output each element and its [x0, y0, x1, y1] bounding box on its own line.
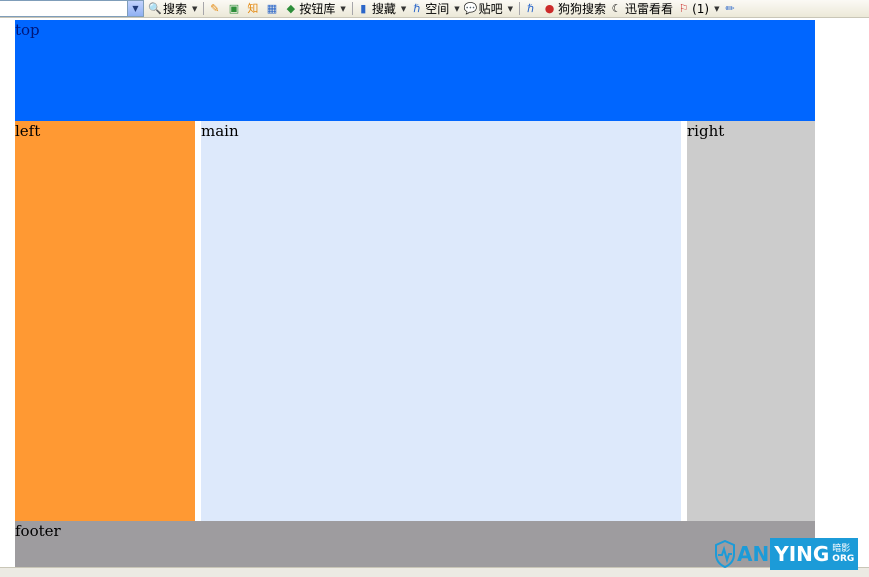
space-icon: ℏ — [413, 2, 421, 15]
shield-logo-icon — [715, 540, 735, 568]
main-label: main — [201, 122, 239, 140]
xunlei-icon: ☾ — [611, 2, 622, 15]
tieba-label: 贴吧 — [478, 2, 503, 16]
top-label: top — [15, 21, 40, 39]
xunlei-button[interactable]: ☾ 迅雷看看 — [610, 1, 673, 17]
chevron-down-icon[interactable]: ▼ — [127, 1, 143, 16]
pen-button[interactable]: ✏ — [723, 1, 738, 17]
left-section: left — [15, 121, 195, 521]
chevron-down-icon[interactable]: ▼ — [192, 5, 197, 13]
sogou-search-label: 狗狗搜索 — [558, 2, 607, 16]
watermark-text-ying: YING — [774, 542, 830, 566]
watermark-cn: 暗影 — [832, 544, 851, 554]
space-button[interactable]: ℏ 空间 ▼ — [410, 1, 459, 17]
footer-section: footer — [15, 521, 815, 567]
pen-icon: ✏ — [725, 2, 735, 15]
dog-search-icon: ● — [544, 2, 555, 15]
right-label: right — [687, 122, 725, 140]
collect-button[interactable]: ▮ 搜藏 ▼ — [357, 1, 406, 17]
watermark-org: ORG — [832, 554, 855, 564]
highlight-icon: ✎ — [210, 2, 220, 15]
tieba-button[interactable]: 💬 贴吧 ▼ — [464, 1, 513, 17]
button-library-button[interactable]: ◆ 按钮库 ▼ — [284, 1, 346, 17]
toolbar-divider — [519, 2, 521, 15]
calculator-button[interactable]: ▦ — [265, 1, 280, 17]
toolbar-divider — [203, 2, 205, 15]
button-library-icon: ◆ — [286, 2, 296, 15]
chevron-down-icon[interactable]: ▼ — [401, 5, 406, 13]
chevron-down-icon[interactable]: ▼ — [340, 5, 345, 13]
image-button[interactable]: ▣ — [227, 1, 242, 17]
watermark-text-an: AN — [737, 542, 770, 566]
anying-watermark-logo: AN YING 暗影 ORG — [714, 537, 864, 571]
address-dropdown[interactable]: ▼ — [0, 0, 144, 17]
button-library-label: 按钮库 — [299, 2, 336, 16]
translate-button[interactable]: ⚐ (1) ▼ — [677, 1, 720, 17]
zhidao-icon: 知 — [247, 2, 259, 15]
hi-icon: ℏ — [527, 2, 535, 15]
chevron-down-icon[interactable]: ▼ — [714, 5, 719, 13]
watermark-side: 暗影 ORG — [832, 544, 854, 564]
translate-icon: ⚐ — [678, 2, 689, 15]
image-icon: ▣ — [228, 2, 240, 15]
sogou-search-button[interactable]: ● 狗狗搜索 — [543, 1, 606, 17]
collect-label: 搜藏 — [371, 2, 396, 16]
chevron-down-icon[interactable]: ▼ — [454, 5, 459, 13]
chevron-down-icon[interactable]: ▼ — [508, 5, 513, 13]
xunlei-label: 迅雷看看 — [625, 2, 674, 16]
watermark-box: YING 暗影 ORG — [770, 538, 859, 570]
translate-count: (1) — [692, 1, 710, 16]
footer-label: footer — [15, 522, 61, 540]
toolbar-divider — [351, 2, 353, 15]
search-button[interactable]: 🔍 搜索 ▼ — [148, 1, 197, 17]
search-button-label: 搜索 — [163, 2, 188, 16]
chat-bubble-icon: 💬 — [463, 2, 478, 15]
browser-toolbar: ▼ 🔍 搜索 ▼ ✎ ▣ 知 ▦ ◆ 按钮库 ▼ ▮ 搜藏 ▼ ℏ 空间 ▼ 💬… — [0, 0, 869, 18]
main-section: main — [201, 121, 681, 521]
zhidao-button[interactable]: 知 — [246, 1, 261, 17]
bookmark-icon: ▮ — [360, 2, 367, 15]
left-label: left — [15, 122, 41, 140]
space-label: 空间 — [425, 2, 450, 16]
hi-button[interactable]: ℏ — [524, 1, 539, 17]
right-section: right — [687, 121, 815, 521]
top-section: top — [15, 20, 815, 121]
highlight-button[interactable]: ✎ — [208, 1, 223, 17]
calculator-icon: ▦ — [266, 2, 278, 15]
search-icon: 🔍 — [148, 2, 162, 15]
